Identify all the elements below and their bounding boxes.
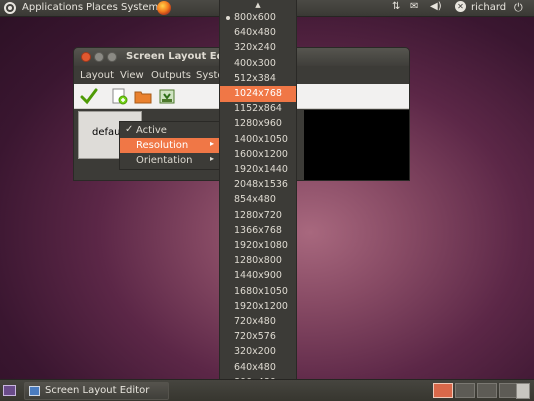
resolution-option[interactable]: 1280x800 xyxy=(220,253,296,269)
resolution-option[interactable]: 640x480 xyxy=(220,25,296,41)
resolution-option[interactable]: 1280x960 xyxy=(220,116,296,132)
resolution-label: 320x200 xyxy=(234,346,276,358)
workspace-1[interactable] xyxy=(433,383,453,398)
resolution-label: 1920x1440 xyxy=(234,164,288,175)
resolution-label: 1152x864 xyxy=(234,103,282,115)
resolution-label: 1600x1200 xyxy=(234,148,288,160)
username-label[interactable]: richard xyxy=(471,2,506,13)
resolution-option[interactable]: 720x576 xyxy=(220,329,296,345)
resolution-label: 1680x1050 xyxy=(234,285,288,297)
resolution-label: 400x300 xyxy=(234,57,276,69)
menu-item-orientation[interactable]: Orientation ▸ xyxy=(120,153,219,168)
submenu-arrow-icon: ▸ xyxy=(209,139,214,148)
resolution-label: 1024x768 xyxy=(234,88,282,99)
applications-menu[interactable]: Applications xyxy=(22,2,83,13)
resolution-label: 1366x768 xyxy=(234,224,282,236)
resolution-label: 640x480 xyxy=(234,361,276,373)
resolution-option[interactable]: 1600x1200 xyxy=(220,147,296,163)
new-layout-icon[interactable] xyxy=(110,88,128,105)
minimize-button[interactable] xyxy=(94,52,104,62)
resolution-label: 800x600 xyxy=(234,12,276,23)
system-menu[interactable]: System xyxy=(121,2,158,13)
resolution-label: 854x480 xyxy=(234,194,276,206)
resolution-label: 512x384 xyxy=(234,72,276,84)
resolution-option[interactable]: 854x480 xyxy=(220,192,296,208)
maximize-button[interactable] xyxy=(107,52,117,62)
resolution-option[interactable]: 640x480 xyxy=(220,360,296,376)
menu-item-resolution[interactable]: Resolution ▸ xyxy=(120,138,219,153)
resolution-label: 1280x720 xyxy=(234,209,282,221)
resolution-option[interactable]: 1024x768 xyxy=(220,86,296,102)
network-icon[interactable]: ⇅ xyxy=(392,1,400,12)
volume-icon[interactable]: ◀) xyxy=(430,1,442,12)
resolution-option[interactable]: 2048x1536 xyxy=(220,177,296,193)
menu-item-active[interactable]: ✓ Active xyxy=(120,123,219,138)
resolution-label: 1400x1050 xyxy=(234,133,288,145)
resolution-option[interactable]: 320x240 xyxy=(220,40,296,56)
show-desktop-icon[interactable] xyxy=(3,385,16,396)
menu-outputs[interactable]: Outputs xyxy=(151,70,191,81)
menu-view[interactable]: View xyxy=(120,70,144,81)
open-folder-icon[interactable] xyxy=(134,88,152,105)
save-layout-icon[interactable] xyxy=(158,88,176,105)
taskbar-window-button[interactable]: Screen Layout Editor xyxy=(24,382,169,400)
keyboard-icon[interactable]: ✉ xyxy=(410,1,418,12)
resolution-option[interactable]: 1366x768 xyxy=(220,223,296,239)
resolution-label: 720x480 xyxy=(234,316,276,327)
power-icon[interactable]: ⏻ xyxy=(514,1,523,15)
selected-radio-icon xyxy=(226,16,230,20)
resolution-option[interactable]: 320x200 xyxy=(220,344,296,360)
resolution-label: 720x576 xyxy=(234,331,276,343)
resolution-label: 640x480 xyxy=(234,27,276,39)
resolution-option[interactable]: 1920x1200 xyxy=(220,299,296,315)
resolution-option[interactable]: 1920x1440 xyxy=(220,162,296,178)
resolution-label: 1920x1080 xyxy=(234,240,288,251)
workspace-2[interactable] xyxy=(455,383,475,398)
resolution-option[interactable]: 720x480 xyxy=(220,314,296,330)
places-menu[interactable]: Places xyxy=(86,2,118,13)
apply-icon[interactable] xyxy=(80,88,98,105)
user-status-icon[interactable]: ✕ xyxy=(455,1,466,12)
workspace-3[interactable] xyxy=(477,383,497,398)
resolution-label: 1280x800 xyxy=(234,255,282,267)
resolution-option[interactable]: 1440x900 xyxy=(220,268,296,284)
resolution-label: 1920x1200 xyxy=(234,300,288,312)
resolution-option[interactable]: 1680x1050 xyxy=(220,284,296,300)
menu-layout[interactable]: Layout xyxy=(80,70,114,81)
check-icon: ✓ xyxy=(125,124,134,135)
close-button[interactable] xyxy=(81,52,91,62)
resolution-option[interactable]: 1280x720 xyxy=(220,208,296,224)
output-context-menu: ✓ Active Resolution ▸ Orientation ▸ xyxy=(119,121,220,170)
resolution-submenu: ▲ 800x600 640x480 320x240 400x300 512x384 102… xyxy=(219,0,297,398)
resolution-label: 2048x1536 xyxy=(234,179,288,191)
scroll-up-icon[interactable]: ▲ xyxy=(220,0,296,10)
resolution-label: 1440x900 xyxy=(234,270,282,282)
trash-icon[interactable] xyxy=(516,383,530,399)
resolution-label: 320x240 xyxy=(234,42,276,54)
resolution-option[interactable]: 1920x1080 xyxy=(220,238,296,254)
resolution-option[interactable]: 800x600 xyxy=(220,10,296,26)
resolution-option[interactable]: 1400x1050 xyxy=(220,132,296,148)
firefox-launcher-icon[interactable] xyxy=(157,1,171,15)
ubuntu-logo-icon[interactable] xyxy=(4,2,16,14)
resolution-option[interactable]: 512x384 xyxy=(220,71,296,87)
submenu-arrow-icon: ▸ xyxy=(209,154,214,163)
layout-preview-area xyxy=(304,110,409,180)
window-icon xyxy=(29,386,40,396)
resolution-option[interactable]: 1152x864 xyxy=(220,101,296,117)
bottom-panel: Screen Layout Editor xyxy=(0,379,534,401)
resolution-option[interactable]: 400x300 xyxy=(220,56,296,72)
resolution-label: 1280x960 xyxy=(234,118,282,130)
